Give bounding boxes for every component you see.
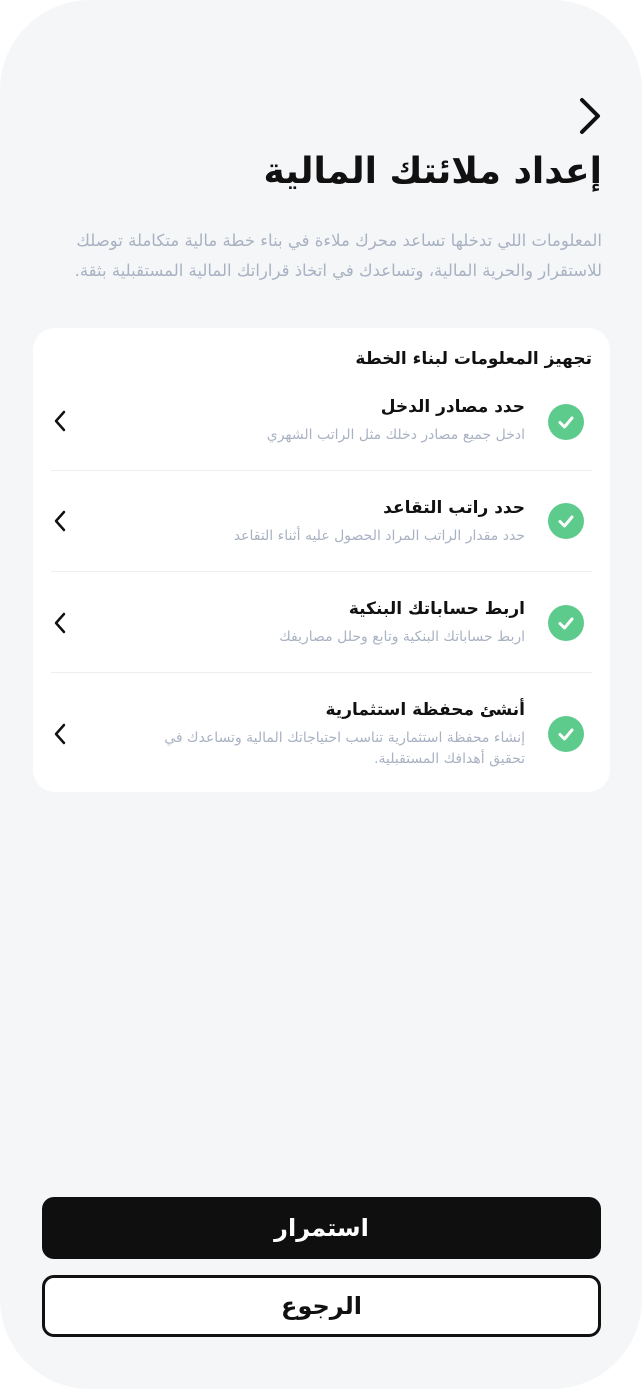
setup-card: تجهيز المعلومات لبناء الخطة حدد مصادر ال… (33, 328, 610, 792)
screen: إعداد ملائتك المالية المعلومات اللي تدخل… (0, 0, 642, 1389)
divider (51, 571, 592, 572)
card-title: تجهيز المعلومات لبناء الخطة (355, 349, 592, 369)
setup-item-retirement-salary[interactable]: حدد راتب التقاعد حدد مقدار الراتب المراد… (51, 495, 592, 561)
back-button[interactable]: الرجوع (42, 1275, 601, 1337)
page-title: إعداد ملائتك المالية (263, 151, 602, 192)
chevron-left-icon (51, 409, 69, 433)
setup-item-title: حدد مصادر الدخل (380, 397, 525, 417)
back-chevron-icon[interactable] (574, 96, 606, 136)
setup-item-subtitle: ادخل جميع مصادر دخلك مثل الراتب الشهري (266, 427, 525, 443)
check-circle-icon (548, 605, 584, 641)
setup-item-subtitle: إنشاء محفظة استثمارية تناسب احتياجاتك ال… (164, 730, 525, 767)
page-description: المعلومات اللي تدخلها تساعد محرك ملاءة ف… (74, 231, 602, 280)
chevron-left-icon (51, 509, 69, 533)
setup-item-bank-accounts[interactable]: اربط حساباتك البنكية اربط حساباتك البنكي… (51, 596, 592, 662)
check-circle-icon (548, 716, 584, 752)
setup-item-title: أنشئ محفظة استثمارية (325, 700, 526, 720)
setup-item-title: اربط حساباتك البنكية (348, 599, 525, 619)
chevron-left-icon (51, 611, 69, 635)
setup-item-investment-portfolio[interactable]: أنشئ محفظة استثمارية إنشاء محفظة استثمار… (51, 697, 592, 775)
setup-item-title: حدد راتب التقاعد (383, 498, 525, 518)
check-circle-icon (548, 404, 584, 440)
divider (51, 470, 592, 471)
setup-item-subtitle: اربط حساباتك البنكية وتابع وحلل مصاريفك (279, 629, 525, 645)
chevron-left-icon (51, 722, 69, 746)
setup-item-income-sources[interactable]: حدد مصادر الدخل ادخل جميع مصادر دخلك مثل… (51, 394, 592, 460)
continue-button[interactable]: استمرار (42, 1197, 601, 1259)
setup-item-subtitle: حدد مقدار الراتب المراد الحصول عليه أثنا… (233, 528, 525, 544)
check-circle-icon (548, 503, 584, 539)
divider (51, 672, 592, 673)
